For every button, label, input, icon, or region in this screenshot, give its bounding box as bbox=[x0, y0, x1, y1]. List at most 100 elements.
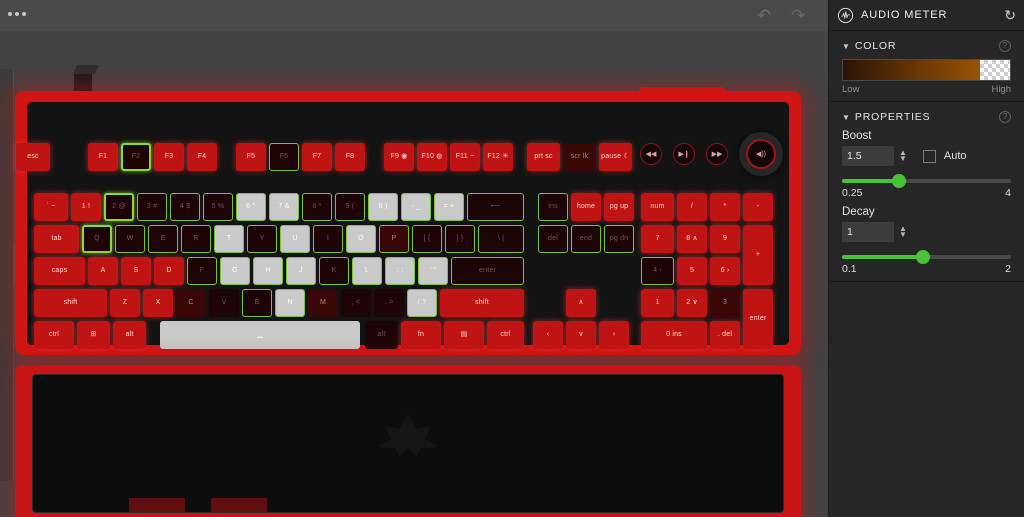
boost-slider-knob[interactable] bbox=[892, 174, 907, 188]
key-npenter[interactable]: enter bbox=[743, 289, 773, 349]
key-d2[interactable]: 2 @ bbox=[104, 193, 134, 221]
help-icon[interactable]: ? bbox=[999, 111, 1011, 123]
key-lctrl[interactable]: ctrl bbox=[34, 321, 74, 349]
key-pgup[interactable]: pg up bbox=[604, 193, 634, 221]
key-f4[interactable]: F4 bbox=[187, 143, 217, 171]
key-num[interactable]: num bbox=[641, 193, 674, 221]
key-kh[interactable]: H bbox=[253, 257, 283, 285]
key-f5[interactable]: F5 bbox=[236, 143, 266, 171]
key-d0[interactable]: 0 ) bbox=[368, 193, 398, 221]
key-end[interactable]: end bbox=[571, 225, 601, 253]
key-del[interactable]: del bbox=[538, 225, 568, 253]
reset-icon[interactable]: ↻ bbox=[1004, 7, 1016, 24]
key-fn[interactable]: fn bbox=[401, 321, 441, 349]
key-npsub[interactable]: - bbox=[743, 193, 773, 221]
key-arrowleft[interactable]: ‹ bbox=[533, 321, 563, 349]
boost-slider[interactable] bbox=[842, 174, 1011, 188]
auto-checkbox[interactable] bbox=[922, 149, 936, 163]
key-kk[interactable]: K bbox=[319, 257, 349, 285]
boost-stepper[interactable]: ▲ ▼ bbox=[899, 149, 907, 162]
key-ky[interactable]: Y bbox=[247, 225, 277, 253]
media-key-play[interactable]: ▶❙ bbox=[673, 143, 695, 165]
key-space[interactable]: ▁ bbox=[160, 321, 360, 349]
key-pause[interactable]: pause ☾ bbox=[599, 143, 632, 171]
key-enter[interactable]: enter bbox=[451, 257, 524, 285]
key-grave[interactable]: ` ~ bbox=[34, 193, 68, 221]
key-d5[interactable]: 5 % bbox=[203, 193, 233, 221]
key-quote[interactable]: ' " bbox=[418, 257, 448, 285]
key-arrowright[interactable]: › bbox=[599, 321, 629, 349]
key-f6[interactable]: F6 bbox=[269, 143, 299, 171]
key-npadd[interactable]: + bbox=[743, 225, 773, 285]
key-npmul[interactable]: * bbox=[710, 193, 740, 221]
color-section-header[interactable]: ▼ COLOR ? bbox=[842, 40, 1011, 52]
key-kc[interactable]: C bbox=[176, 289, 206, 317]
key-d8[interactable]: 8 * bbox=[302, 193, 332, 221]
key-ralt[interactable]: alt bbox=[365, 321, 398, 349]
key-np4[interactable]: 4 ‹ bbox=[641, 257, 674, 285]
key-np6[interactable]: 6 › bbox=[710, 257, 740, 285]
stepper-down-icon[interactable]: ▼ bbox=[899, 155, 907, 162]
key-rbrk[interactable]: ] } bbox=[445, 225, 475, 253]
key-lalt[interactable]: alt bbox=[113, 321, 146, 349]
key-rctrl[interactable]: ctrl bbox=[487, 321, 524, 349]
key-kn[interactable]: N bbox=[275, 289, 305, 317]
key-np2[interactable]: 2 ∨ bbox=[677, 289, 707, 317]
key-kb[interactable]: B bbox=[242, 289, 272, 317]
key-d7[interactable]: 7 & bbox=[269, 193, 299, 221]
key-esc[interactable]: esc bbox=[16, 143, 50, 171]
key-comma[interactable]: , < bbox=[341, 289, 371, 317]
key-d4[interactable]: 4 $ bbox=[170, 193, 200, 221]
key-f7[interactable]: F7 bbox=[302, 143, 332, 171]
key-f11[interactable]: F11 − bbox=[450, 143, 480, 171]
key-minus[interactable]: - _ bbox=[401, 193, 431, 221]
key-kw[interactable]: W bbox=[115, 225, 145, 253]
key-np7[interactable]: 7 bbox=[641, 225, 674, 253]
key-npdiv[interactable]: / bbox=[677, 193, 707, 221]
key-f9[interactable]: F9 ◉ bbox=[384, 143, 414, 171]
properties-section-header[interactable]: ▼ PROPERTIES ? bbox=[842, 111, 1011, 123]
key-bksp[interactable]: ⟵ bbox=[467, 193, 524, 221]
key-tab[interactable]: tab bbox=[34, 225, 79, 253]
key-ka[interactable]: A bbox=[88, 257, 118, 285]
key-caps[interactable]: caps bbox=[34, 257, 85, 285]
undo-icon[interactable]: ↶ bbox=[752, 4, 776, 28]
key-np1[interactable]: 1 bbox=[641, 289, 674, 317]
media-key-next[interactable]: ▶▶ bbox=[706, 143, 728, 165]
key-period[interactable]: . > bbox=[374, 289, 404, 317]
key-kp[interactable]: P bbox=[379, 225, 409, 253]
key-np3[interactable]: 3 bbox=[710, 289, 740, 317]
key-ks[interactable]: S bbox=[121, 257, 151, 285]
key-kj[interactable]: J bbox=[286, 257, 316, 285]
key-bslash[interactable]: \ | bbox=[478, 225, 524, 253]
key-prtsc[interactable]: prt sc bbox=[527, 143, 560, 171]
redo-icon[interactable]: ↷ bbox=[786, 4, 810, 28]
key-kt[interactable]: T bbox=[214, 225, 244, 253]
key-ins[interactable]: ins bbox=[538, 193, 568, 221]
chevron-down-icon[interactable]: ▼ bbox=[842, 42, 850, 51]
key-rshift[interactable]: shift bbox=[440, 289, 524, 317]
key-kx[interactable]: X bbox=[143, 289, 173, 317]
help-icon[interactable]: ? bbox=[999, 40, 1011, 52]
key-f2[interactable]: F2 bbox=[121, 143, 151, 171]
key-home[interactable]: home bbox=[571, 193, 601, 221]
key-kf[interactable]: F bbox=[187, 257, 217, 285]
decay-slider[interactable] bbox=[842, 250, 1011, 264]
key-f10[interactable]: F10 ◍ bbox=[417, 143, 447, 171]
key-pgdn[interactable]: pg dn bbox=[604, 225, 634, 253]
key-kg[interactable]: G bbox=[220, 257, 250, 285]
key-ku[interactable]: U bbox=[280, 225, 310, 253]
key-kq[interactable]: Q bbox=[82, 225, 112, 253]
key-np9[interactable]: 9 bbox=[710, 225, 740, 253]
key-equal[interactable]: = + bbox=[434, 193, 464, 221]
key-lbrk[interactable]: [ { bbox=[412, 225, 442, 253]
key-ko[interactable]: O bbox=[346, 225, 376, 253]
key-arrowup[interactable]: ∧ bbox=[566, 289, 596, 317]
key-np0[interactable]: 0 ins bbox=[641, 321, 707, 349]
key-slash[interactable]: / ? bbox=[407, 289, 437, 317]
key-arrowdown[interactable]: ∨ bbox=[566, 321, 596, 349]
key-kd[interactable]: D bbox=[154, 257, 184, 285]
key-ki[interactable]: I bbox=[313, 225, 343, 253]
key-npdot[interactable]: . del bbox=[710, 321, 740, 349]
decay-input[interactable] bbox=[842, 222, 894, 242]
